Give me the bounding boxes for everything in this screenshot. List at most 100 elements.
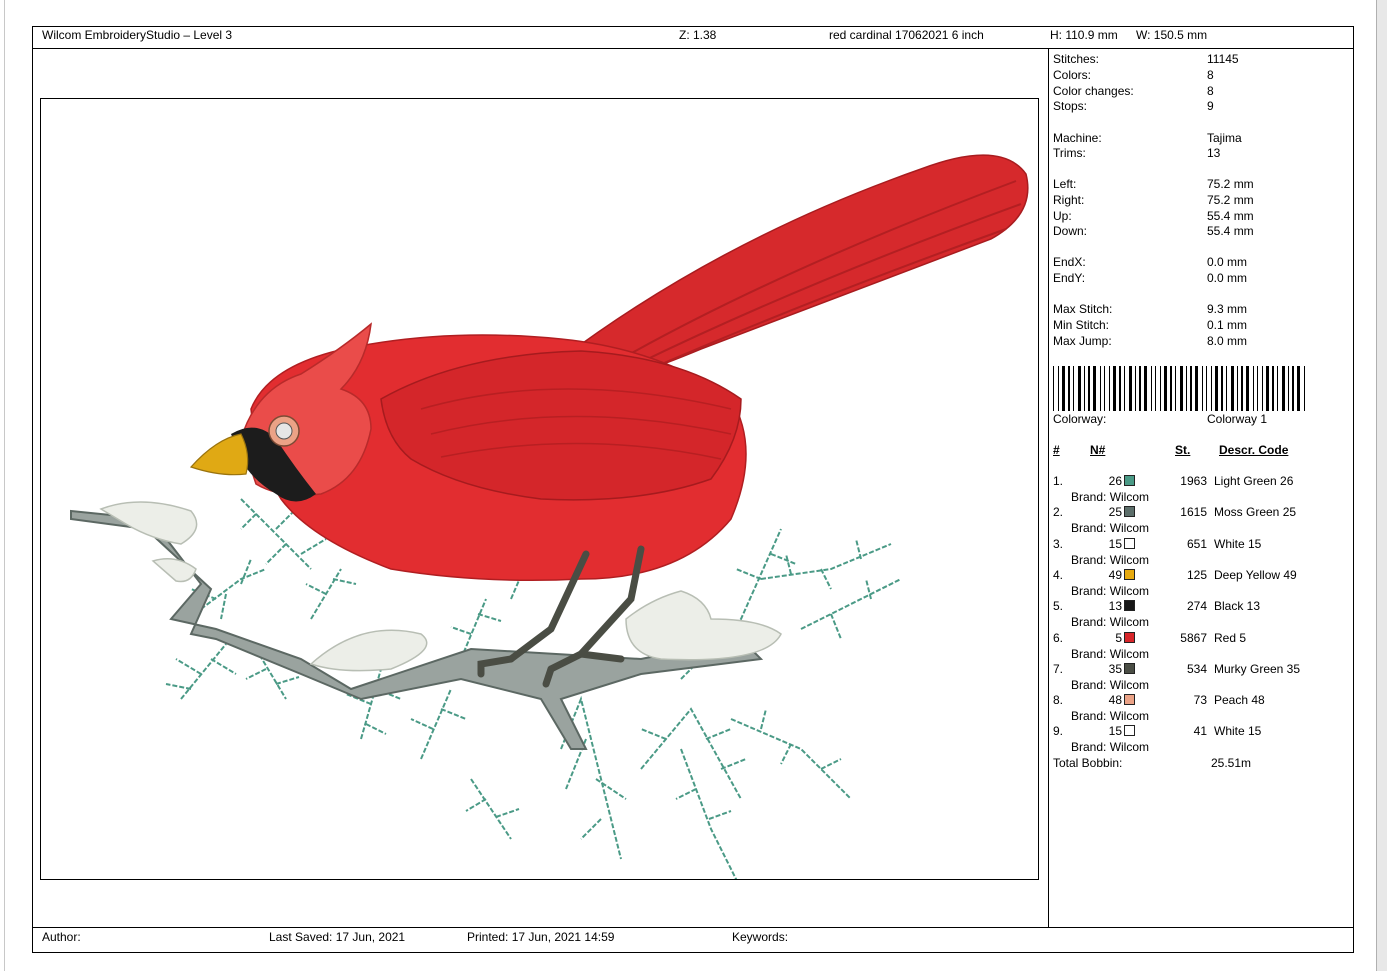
barcode-bar — [1195, 366, 1198, 411]
design-preview-frame — [40, 98, 1039, 890]
color-row-brand: Brand: Wilcom — [1071, 740, 1150, 754]
info-panel-divider — [1048, 48, 1049, 928]
zoom-level: Z: 1.38 — [679, 28, 717, 42]
barcode-bar — [1170, 366, 1172, 411]
barcode-bar — [1151, 366, 1152, 411]
color-row-number: 25 — [1108, 505, 1122, 519]
barcode-bar — [1288, 366, 1289, 411]
down-label: Down: — [1053, 224, 1088, 238]
trims-label: Trims: — [1053, 146, 1086, 160]
color-row-brand: Brand: Wilcom — [1071, 553, 1150, 567]
stops-label: Stops: — [1053, 99, 1088, 113]
footer-divider — [32, 927, 1354, 928]
color-row-number: 13 — [1108, 599, 1122, 613]
barcode-bar — [1058, 366, 1059, 411]
color-row-index: 1. — [1053, 474, 1064, 488]
color-row-stitches: 5867 — [1180, 631, 1207, 645]
barcode-bar — [1124, 366, 1125, 411]
barcode-bar — [1277, 366, 1278, 411]
color-row-stitches: 41 — [1193, 724, 1207, 738]
stitches-value: 11145 — [1207, 52, 1239, 66]
color-row-number: 48 — [1108, 693, 1122, 707]
color-row-index: 6. — [1053, 631, 1064, 645]
color-swatch — [1124, 475, 1135, 486]
barcode-bar — [1144, 366, 1147, 411]
header-divider — [32, 48, 1354, 49]
total-bobbin-value: 25.51m — [1211, 756, 1252, 770]
color-row-index: 8. — [1053, 693, 1064, 707]
barcode-bar — [1231, 366, 1234, 411]
barcode-bar — [1266, 366, 1269, 411]
max-jump-label: Max Jump: — [1053, 334, 1112, 348]
color-row-description: White 15 — [1214, 537, 1262, 551]
barcode-bar — [1206, 366, 1207, 411]
color-row-brand: Brand: Wilcom — [1071, 678, 1150, 692]
max-stitch-label: Max Stitch: — [1053, 302, 1113, 316]
barcode-bar — [1119, 366, 1121, 411]
cardinal-embroidery-image — [70, 154, 1029, 890]
barcode-bar — [1113, 366, 1116, 411]
down-value: 55.4 mm — [1207, 224, 1254, 238]
machine-label: Machine: — [1053, 131, 1102, 145]
endy-value: 0.0 mm — [1207, 271, 1248, 285]
color-swatch — [1124, 600, 1135, 611]
color-row-number: 35 — [1108, 662, 1122, 676]
vertical-scrollbar[interactable] — [1376, 0, 1387, 971]
color-row-number: 26 — [1108, 474, 1122, 488]
app-title: Wilcom EmbroideryStudio – Level 3 — [42, 28, 233, 42]
color-row-description: Peach 48 — [1214, 693, 1265, 707]
color-swatch — [1124, 632, 1135, 643]
barcode-bar — [1292, 366, 1294, 411]
cardinal-tail — [559, 154, 1029, 385]
stitches-label: Stitches: — [1053, 52, 1100, 66]
barcode-bar — [1109, 366, 1110, 411]
color-row-stitches: 651 — [1186, 537, 1207, 551]
color-row-stitches: 73 — [1193, 693, 1207, 707]
barcode-bar — [1253, 366, 1254, 411]
color-row-index: 9. — [1053, 724, 1064, 738]
color-swatch — [1124, 694, 1135, 705]
max-jump-value: 8.0 mm — [1207, 334, 1248, 348]
colors-value: 8 — [1207, 68, 1214, 82]
color-row-description: Moss Green 25 — [1214, 505, 1297, 519]
color-swatch — [1124, 506, 1135, 517]
barcode-bar — [1190, 366, 1192, 411]
machine-value: Tajima — [1207, 131, 1242, 145]
color-row-stitches: 274 — [1186, 599, 1207, 613]
color-swatch — [1124, 663, 1135, 674]
col-header-stitches: St. — [1175, 443, 1191, 457]
col-header-number: N# — [1090, 443, 1106, 457]
barcode-bar — [1297, 366, 1300, 411]
barcode-bar — [1237, 366, 1238, 411]
design-width: W: 150.5 mm — [1136, 28, 1208, 42]
color-row-brand: Brand: Wilcom — [1071, 490, 1150, 504]
design-height: H: 110.9 mm — [1050, 28, 1118, 42]
color-swatch — [1124, 725, 1135, 736]
endx-label: EndX: — [1053, 255, 1086, 269]
color-row-number: 15 — [1108, 537, 1122, 551]
color-row-index: 4. — [1053, 568, 1064, 582]
stops-value: 9 — [1207, 99, 1214, 113]
color-row-stitches: 1963 — [1180, 474, 1207, 488]
endy-label: EndY: — [1053, 271, 1086, 285]
color-changes-label: Color changes: — [1053, 84, 1134, 98]
barcode-bar — [1053, 366, 1054, 411]
right-value: 75.2 mm — [1207, 193, 1254, 207]
barcode-bar — [1088, 366, 1090, 411]
total-bobbin-label: Total Bobbin: — [1053, 756, 1123, 770]
color-row-brand: Brand: Wilcom — [1071, 647, 1150, 661]
barcode-bar — [1062, 366, 1065, 411]
barcode-bar — [1068, 366, 1070, 411]
color-row-description: Red 5 — [1214, 631, 1247, 645]
barcode — [1053, 366, 1305, 411]
window-left-edge — [4, 0, 5, 971]
barcode-bar — [1304, 366, 1305, 411]
color-row-index: 2. — [1053, 505, 1064, 519]
last-saved-field: Last Saved: 17 Jun, 2021 — [269, 930, 406, 944]
color-row-number: 5 — [1115, 631, 1122, 645]
color-row-stitches: 125 — [1186, 568, 1207, 582]
barcode-bar — [1084, 366, 1085, 411]
color-row-description: Black 13 — [1214, 599, 1261, 613]
barcode-bar — [1272, 366, 1274, 411]
barcode-bar — [1093, 366, 1096, 411]
